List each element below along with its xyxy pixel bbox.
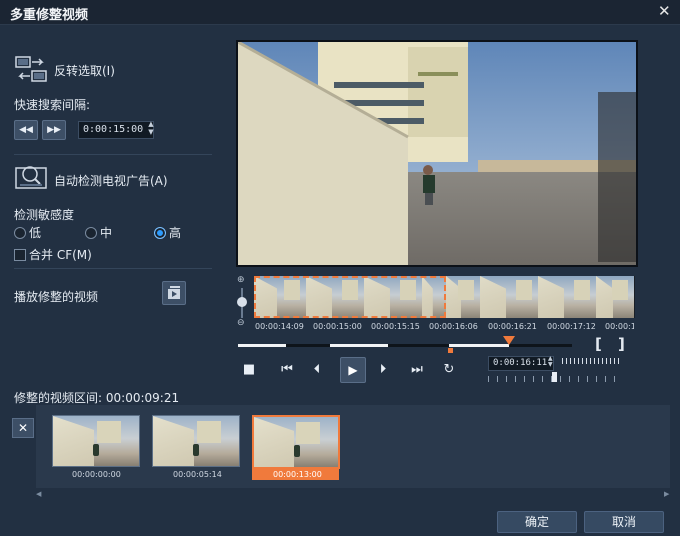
zoom-slider-handle[interactable] <box>237 297 247 307</box>
sensitivity-medium-radio[interactable] <box>85 227 97 239</box>
trim-segment <box>238 344 286 347</box>
invert-selection-label[interactable]: 反转选取(I) <box>54 62 115 79</box>
mark-in-indicator <box>448 348 453 353</box>
merge-cf-label[interactable]: 合并 CF(M) <box>29 246 92 263</box>
time-spinner-icon[interactable]: ▲ ▼ <box>548 356 556 369</box>
jog-wheel[interactable] <box>562 358 622 364</box>
cancel-button[interactable]: 取消 <box>584 511 664 533</box>
window-title: 多重修整视频 <box>10 8 89 23</box>
go-to-start-button[interactable]: ⏮ <box>276 360 298 380</box>
clip-time: 00:00:13:00 <box>273 470 322 479</box>
previous-frame-button[interactable]: ⏴ <box>306 360 328 380</box>
divider <box>14 154 212 155</box>
skip-end-icon: ⏭ <box>411 362 423 377</box>
close-icon[interactable]: ✕ <box>658 2 671 20</box>
play-trimmed-label: 播放修整的视频 <box>14 290 99 304</box>
sensitivity-label: 检测敏感度 <box>14 208 75 222</box>
title-bar <box>0 0 680 25</box>
stop-button[interactable]: ■ <box>238 360 260 380</box>
sensitivity-high-label: 高 <box>169 226 182 240</box>
timecode-label: 00:00:18 <box>605 322 634 331</box>
delete-icon: ✕ <box>17 421 29 435</box>
delete-clip-button[interactable]: ✕ <box>12 418 34 438</box>
clip-thumbnail-selected[interactable] <box>252 415 340 469</box>
rewind-button[interactable]: ◀◀ <box>14 120 38 140</box>
trim-segment <box>330 344 388 347</box>
clip-thumbnail[interactable] <box>152 415 240 467</box>
current-time-field[interactable]: 0:00:16:11 <box>488 356 554 371</box>
fast-forward-button[interactable]: ▶▶ <box>42 120 66 140</box>
mark-in-button[interactable]: [ <box>595 335 602 353</box>
go-to-end-button[interactable]: ⏭ <box>406 360 428 380</box>
sensitivity-low-label: 低 <box>29 226 42 240</box>
selected-range-outline <box>254 276 446 318</box>
trimmed-duration: 00:00:09:21 <box>105 391 180 405</box>
trimmed-range-label: 修整的视频区间: 00:00:09:21 <box>14 391 180 405</box>
play-trimmed-icon <box>168 286 180 299</box>
sensitivity-low-radio[interactable] <box>14 227 26 239</box>
ok-button[interactable]: 确定 <box>497 511 577 533</box>
scroll-right-icon[interactable]: ▶ <box>664 490 669 498</box>
video-preview <box>236 40 638 267</box>
stop-icon: ■ <box>242 362 256 377</box>
detect-ad-icon[interactable] <box>14 162 50 192</box>
timecode-label: 00:00:15:15 <box>371 322 420 331</box>
repeat-button[interactable]: ↻ <box>438 360 460 380</box>
frame-strip[interactable] <box>254 276 635 318</box>
zoom-out-icon[interactable]: ⊖ <box>237 318 245 328</box>
sensitivity-high-radio[interactable] <box>154 227 166 239</box>
skip-start-icon: ⏮ <box>281 362 293 377</box>
mark-out-button[interactable]: ] <box>618 335 625 353</box>
clip-time: 00:00:05:14 <box>173 470 222 479</box>
timecode-label: 00:00:16:06 <box>429 322 478 331</box>
quick-search-time-field[interactable]: 0:00:15:00 <box>78 121 154 139</box>
time-spinner-icon[interactable]: ▲ ▼ <box>146 120 156 136</box>
divider <box>14 268 212 269</box>
clip-time: 00:00:00:00 <box>72 470 121 479</box>
timecode-label: 00:00:15:00 <box>313 322 362 331</box>
detect-ad-label[interactable]: 自动检测电视广告(A) <box>54 172 168 189</box>
next-frame-button[interactable]: ⏵ <box>372 360 394 380</box>
next-frame-icon: ⏵ <box>379 362 387 377</box>
play-button[interactable]: ▶ <box>340 357 366 383</box>
timecode-label: 00:00:17:12 <box>547 322 596 331</box>
play-icon: ▶ <box>348 363 358 377</box>
scrub-bar[interactable] <box>238 344 572 347</box>
merge-cf-checkbox[interactable] <box>14 249 26 261</box>
repeat-icon: ↻ <box>443 362 455 377</box>
timecode-label: 00:00:16:21 <box>488 322 537 331</box>
playhead-marker[interactable] <box>503 336 515 345</box>
prev-frame-icon: ⏴ <box>313 362 321 377</box>
clip-thumbnail[interactable] <box>52 415 140 467</box>
shuttle-handle[interactable] <box>552 372 557 382</box>
timecode-label: 00:00:14:09 <box>255 322 304 331</box>
invert-selection-icon[interactable] <box>14 55 50 85</box>
sensitivity-medium-label: 中 <box>100 226 113 240</box>
trim-segment <box>449 344 509 347</box>
zoom-in-icon[interactable]: ⊕ <box>237 275 245 285</box>
play-trimmed-button[interactable] <box>162 281 186 305</box>
quick-search-label: 快速搜索间隔: <box>14 98 91 112</box>
scroll-left-icon[interactable]: ◀ <box>36 490 41 498</box>
